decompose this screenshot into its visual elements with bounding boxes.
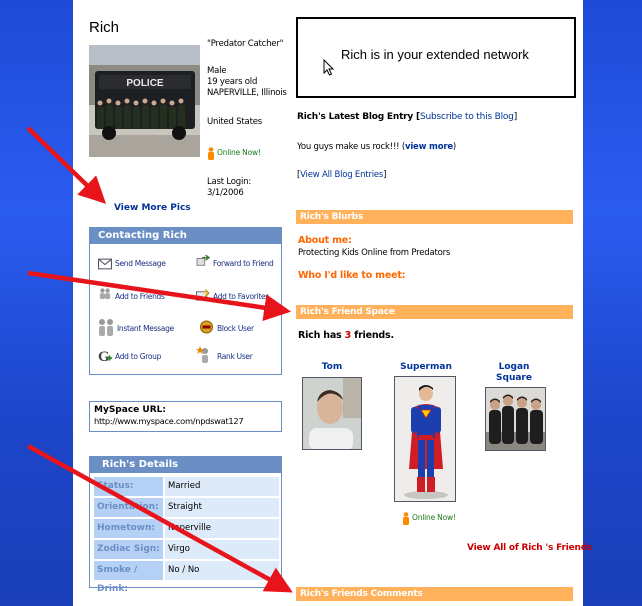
- arrow-to-view-more-pics: [26, 126, 107, 204]
- arrow-to-friends-comments: [26, 444, 293, 593]
- arrow-to-friend-space: [27, 270, 292, 322]
- annotation-arrows: [26, 126, 293, 593]
